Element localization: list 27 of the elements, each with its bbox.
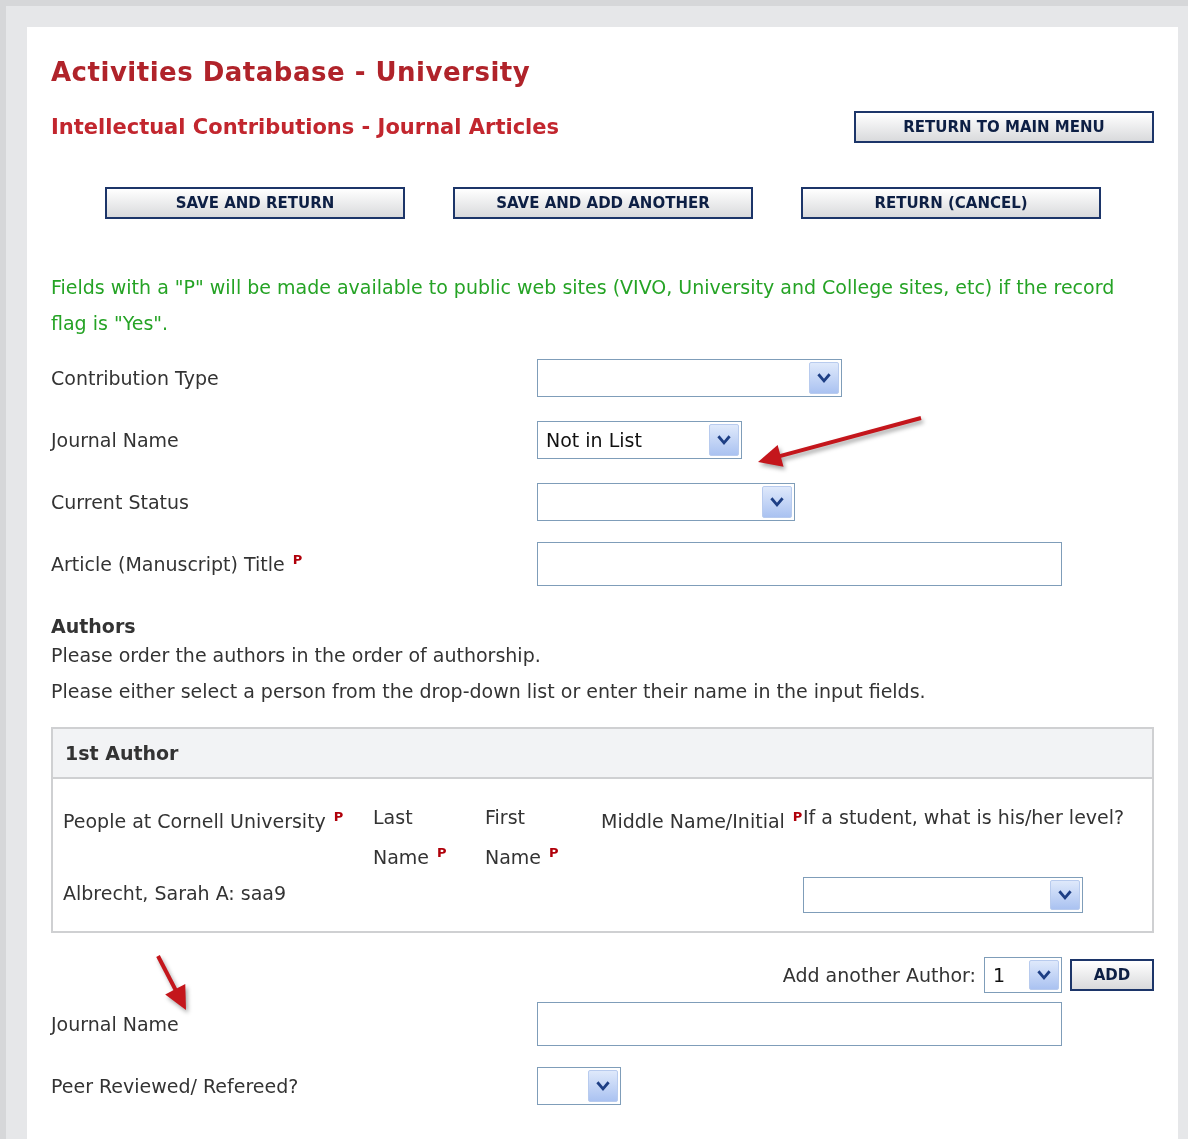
action-button[interactable]: RETURN (CANCEL) <box>801 187 1101 219</box>
add-author-label: Add another Author: <box>782 964 976 987</box>
page-title: Activities Database - University <box>51 57 532 87</box>
dropdown[interactable]: Not in List <box>537 421 742 459</box>
column-heading: People at Cornell University $^{P}$ <box>63 808 345 835</box>
action-button[interactable]: SAVE AND RETURN <box>105 187 405 219</box>
main-menu-button[interactable]: RETURN TO MAIN MENU <box>854 111 1154 143</box>
add-button[interactable]: ADD <box>1070 959 1154 992</box>
instruction-text: Please either select a person from the drop-down list or enter their name in the input fields. <box>51 679 927 704</box>
column-heading: Middle Name/Initial $^{P}$ <box>601 808 803 835</box>
person-name: Albrecht, Sarah A: saa9 <box>63 881 288 907</box>
author-count-dropdown[interactable]: 1 <box>984 957 1062 994</box>
notice-text: Fields with a "P" will be made available to public web sites (VIVO, University and College sites, etc) if the record flag is "Yes". <box>51 275 1116 336</box>
authors-heading: Authors <box>51 615 137 637</box>
section-title: Intellectual Contributions - Journal Articles <box>51 115 560 139</box>
field-label: Peer Reviewed/ Refereed? <box>51 1075 300 1098</box>
field-label: Article (Manuscript) Title $^{P}$ <box>51 552 304 576</box>
field-label: Journal Name <box>51 429 180 451</box>
column-heading: First Name $^{P}$ <box>485 805 560 871</box>
instruction-text: Please order the authors in the order of authorship. <box>51 643 542 668</box>
field-label: Journal Name <box>51 1013 180 1036</box>
column-heading: Last Name $^{P}$ <box>373 805 448 871</box>
field-label: Contribution Type <box>51 367 220 389</box>
field-label: Current Status <box>51 491 190 513</box>
column-heading: If a student, what is his/her level? <box>803 805 1126 830</box>
action-button[interactable]: SAVE AND ADD ANOTHER <box>453 187 753 219</box>
author-panel-title: 1st Author <box>53 729 1152 779</box>
